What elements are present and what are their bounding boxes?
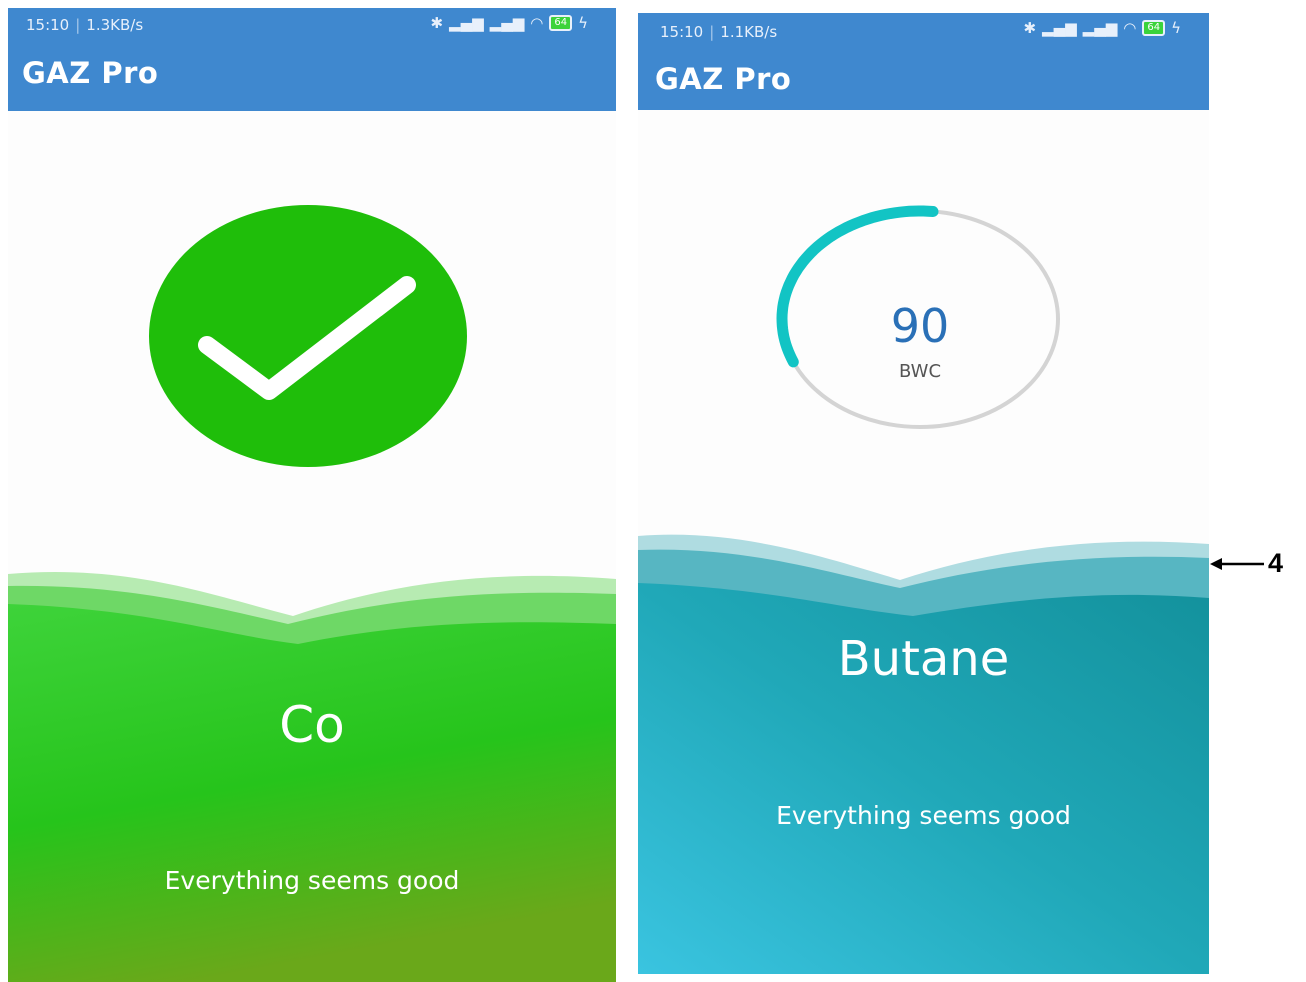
status-bar: 15:10 | 1.1KB/s ✱ ▂▄▆ ▂▄▆ ◠ 64 ϟ (660, 19, 1181, 41)
signal-icon: ▂▄▆ (1042, 19, 1077, 37)
status-speed: 1.3KB/s (86, 16, 144, 34)
callout-arrow (1210, 558, 1264, 570)
app-title: GAZ Pro (655, 62, 792, 96)
phone-screen-co: 15:10|1.3KB/s ✱ ▂▄▆ ▂▄▆ ◠ 64 ϟ GAZ Pro (8, 8, 616, 982)
app-title: GAZ Pro (22, 56, 159, 90)
bluetooth-icon: ✱ (1023, 19, 1037, 37)
wifi-icon: ◠ (530, 14, 544, 32)
checkmark-icon (198, 276, 416, 400)
status-time: 15:10 (26, 16, 70, 34)
gauge-value: 90 (890, 299, 950, 353)
gas-level-gauge: 90 BWC (772, 201, 1068, 437)
status-time: 15:10 (660, 23, 704, 41)
phone-screen-butane: 15:10 | 1.1KB/s ✱ ▂▄▆ ▂▄▆ ◠ 64 ϟ GAZ Pro 9… (638, 13, 1209, 974)
wave-background (8, 564, 616, 982)
signal-icon: ▂▄▆ (1082, 19, 1118, 37)
battery-icon: 64 (549, 15, 573, 31)
callout-label: 4 (1268, 548, 1284, 578)
gauge-unit: BWC (898, 361, 942, 382)
status-speed: 1.1KB/s (720, 23, 778, 41)
app-bar: 15:10 | 1.3KB/s ✱ ▂▄▆ ▂▄▆ ◠ 64 ϟ GAZ Pro (8, 8, 616, 111)
status-bar: 15:10 | 1.3KB/s ✱ ▂▄▆ ▂▄▆ ◠ 64 ϟ (26, 14, 588, 34)
signal-icon: ▂▄▆ (489, 14, 525, 32)
battery-icon: 64 (1142, 20, 1166, 36)
status-message: Everything seems good (776, 801, 1071, 830)
wifi-icon: ◠ (1123, 19, 1137, 37)
gas-name: Butane (837, 631, 1010, 687)
wave-background (638, 528, 1209, 974)
gas-name: Co (279, 696, 345, 754)
signal-icon: ▂▄▆ (449, 14, 484, 32)
bluetooth-icon: ✱ (430, 14, 444, 32)
charging-icon: ϟ (578, 14, 588, 32)
app-bar: 15:10 | 1.1KB/s ✱ ▂▄▆ ▂▄▆ ◠ 64 ϟ GAZ Pro (638, 13, 1209, 110)
status-message: Everything seems good (164, 866, 460, 895)
charging-icon: ϟ (1171, 19, 1181, 37)
status-ok-indicator (149, 205, 467, 467)
